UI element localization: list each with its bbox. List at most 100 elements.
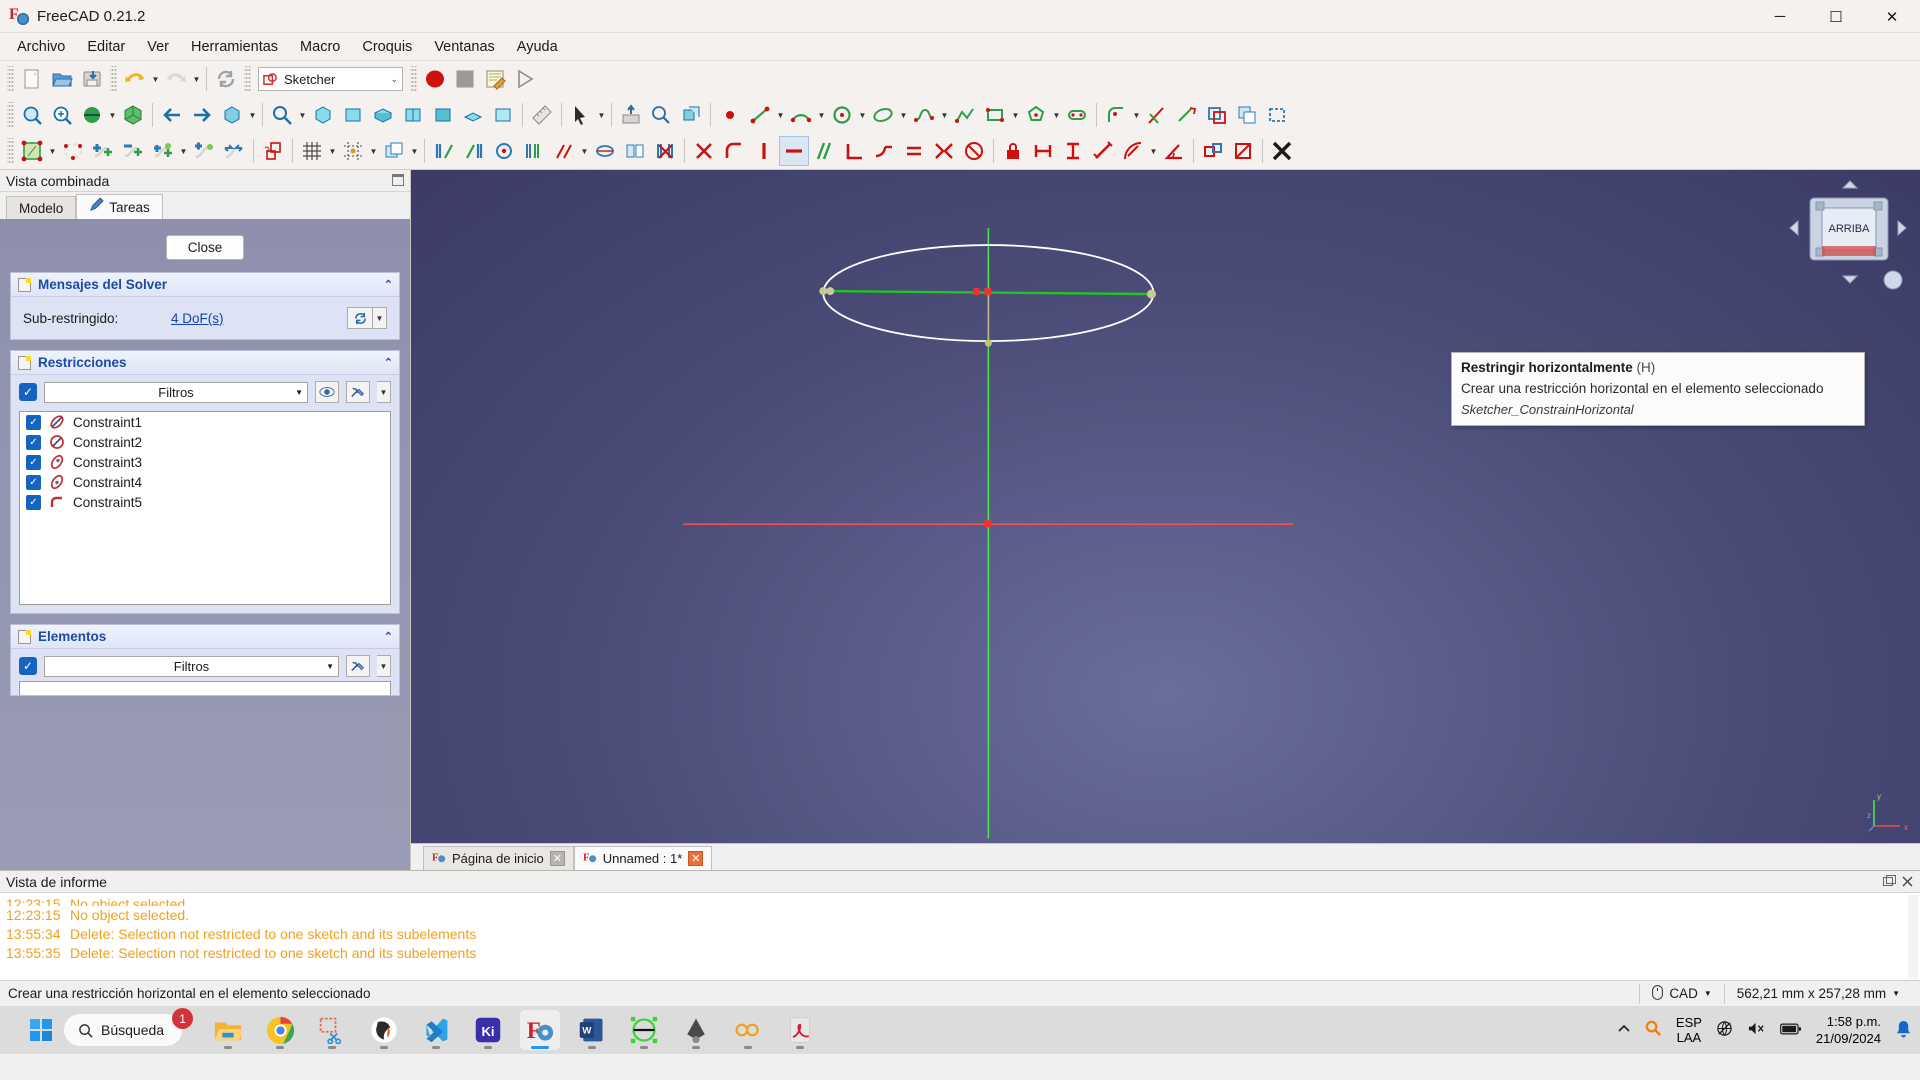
constraint-checkbox[interactable]: ✓ — [26, 454, 41, 470]
select-constraints-icon[interactable] — [459, 136, 489, 166]
volume-muted-icon[interactable] — [1747, 1020, 1766, 1040]
view-right-icon[interactable] — [398, 100, 428, 130]
select-redundant-icon[interactable] — [519, 136, 549, 166]
render-order-dropdown-arrow[interactable]: ▼ — [409, 136, 420, 166]
taskbar-app-inkscape[interactable] — [676, 1010, 716, 1050]
view-top-icon[interactable] — [368, 100, 398, 130]
sketch-validate-icon[interactable] — [148, 136, 178, 166]
solver-messages-header[interactable]: Mensajes del Solver ⌃ — [11, 273, 399, 297]
sketch-mirror-icon[interactable] — [219, 136, 249, 166]
sketch-circle-icon[interactable] — [827, 100, 857, 130]
menu-item-croquis[interactable]: Croquis — [351, 35, 423, 59]
view-rear-icon[interactable] — [428, 100, 458, 130]
constrain-perpendicular-icon[interactable] — [839, 136, 869, 166]
toolbar-grip[interactable] — [410, 66, 417, 92]
snap-toggle-icon[interactable] — [338, 136, 368, 166]
elements-filter-combo[interactable]: Filtros ▼ — [44, 655, 339, 677]
sketch-attach-icon[interactable] — [88, 136, 118, 166]
constrain-parallel-icon[interactable] — [809, 136, 839, 166]
zoom-icon[interactable] — [267, 100, 297, 130]
menu-item-ventanas[interactable]: Ventanas — [423, 35, 505, 59]
toggle-driving-constraint-icon[interactable] — [1198, 136, 1228, 166]
sketch-detach-icon[interactable] — [118, 136, 148, 166]
toolbar-grip[interactable] — [110, 66, 117, 92]
symmetry-icon[interactable] — [620, 136, 650, 166]
taskbar-app-adobe-reader[interactable] — [780, 1010, 820, 1050]
constraints-filter-combo[interactable]: Filtros ▼ — [44, 381, 308, 403]
close-window-button[interactable]: ✕ — [1864, 0, 1920, 33]
undock-icon[interactable] — [392, 174, 404, 186]
sketch-external-geometry-icon[interactable] — [1202, 100, 1232, 130]
clock[interactable]: 1:58 p.m. 21/09/2024 — [1816, 1013, 1881, 1047]
taskbar-app-snipping-tool[interactable] — [312, 1010, 352, 1050]
polygon-dropdown-arrow[interactable]: ▼ — [1051, 100, 1062, 130]
solver-refresh-button[interactable] — [347, 307, 373, 329]
radius-dropdown-arrow[interactable]: ▼ — [1148, 136, 1159, 166]
sketch-merge-icon[interactable] — [189, 136, 219, 166]
snap-dropdown-arrow[interactable]: ▼ — [368, 136, 379, 166]
constraint-checkbox[interactable]: ✓ — [26, 494, 41, 510]
network-icon[interactable] — [1716, 1020, 1733, 1040]
elements-settings-button[interactable] — [346, 655, 370, 677]
constrain-horizontal-icon[interactable] — [779, 136, 809, 166]
battery-icon[interactable] — [1779, 1022, 1802, 1039]
collapse-chevron-icon[interactable]: ⌃ — [384, 630, 393, 643]
fit-selection-icon[interactable] — [47, 100, 77, 130]
document-tab-home[interactable]: F Página de inicio ✕ — [423, 846, 574, 870]
dimensions-cell[interactable]: 562,21 mm x 257,28 mm ▼ — [1723, 983, 1912, 1004]
menu-item-herramientas[interactable]: Herramientas — [180, 35, 289, 59]
minimize-button[interactable]: ─ — [1752, 0, 1808, 33]
macro-stop-icon[interactable] — [450, 64, 480, 94]
elements-filter-checkbox[interactable]: ✓ — [19, 657, 37, 675]
taskbar-app-fusion360[interactable] — [624, 1010, 664, 1050]
elements-header[interactable]: Elementos ⌃ — [11, 625, 399, 649]
menu-item-editar[interactable]: Editar — [76, 35, 136, 59]
collapse-chevron-icon[interactable]: ⌃ — [384, 356, 393, 369]
tray-search-highlight-icon[interactable] — [1645, 1020, 1662, 1040]
taskbar-app-kicad[interactable]: Ki — [468, 1010, 508, 1050]
whats-this-icon[interactable] — [646, 100, 676, 130]
draw-style-dropdown-arrow[interactable]: ▼ — [107, 100, 118, 130]
macro-edit-icon[interactable] — [480, 64, 510, 94]
grid-toggle-icon[interactable] — [297, 136, 327, 166]
report-view-lines[interactable]: 12:23:15 No object selected. 12:23:15 No o… — [0, 893, 1920, 981]
constrain-angle-icon[interactable] — [1159, 136, 1189, 166]
taskbar-app-openscad[interactable] — [728, 1010, 768, 1050]
constrain-radius-icon[interactable] — [1118, 136, 1148, 166]
draw-style-icon[interactable] — [77, 100, 107, 130]
toolbar-grip[interactable] — [244, 66, 251, 92]
constrain-vertical-distance-icon[interactable] — [1058, 136, 1088, 166]
windows-start-icon[interactable] — [30, 1019, 52, 1041]
language-indicator[interactable]: ESP LAA — [1676, 1015, 1702, 1045]
constrain-lock-icon[interactable] — [998, 136, 1028, 166]
sketch-toggle-construction-icon[interactable] — [1262, 100, 1292, 130]
constrain-distance-icon[interactable] — [1088, 136, 1118, 166]
elements-settings-dropdown-arrow[interactable]: ▼ — [377, 655, 391, 677]
line-dropdown-arrow[interactable]: ▼ — [775, 100, 786, 130]
list-item[interactable]: ✓ Constraint3 — [20, 452, 390, 472]
clip-plane-icon[interactable] — [676, 100, 706, 130]
constrain-block-icon[interactable] — [959, 136, 989, 166]
solver-dof-link[interactable]: 4 DoF(s) — [171, 311, 224, 326]
workbench-selector[interactable]: Sketcher ⌄ — [258, 67, 403, 91]
taskbar-app-microsoft-word[interactable]: W — [572, 1010, 612, 1050]
activate-deactivate-constraint-icon[interactable] — [1228, 136, 1258, 166]
constraints-header[interactable]: Restricciones ⌃ — [11, 351, 399, 375]
notifications-icon[interactable] — [1895, 1020, 1912, 1041]
zoom-dropdown-arrow[interactable]: ▼ — [297, 100, 308, 130]
refresh-icon[interactable] — [211, 64, 241, 94]
new-document-icon[interactable] — [17, 64, 47, 94]
sketch-arc-icon[interactable] — [786, 100, 816, 130]
delete-constraint-icon[interactable] — [1267, 136, 1297, 166]
fit-all-icon[interactable] — [17, 100, 47, 130]
constrain-coincident-icon[interactable] — [689, 136, 719, 166]
export-icon[interactable] — [616, 100, 646, 130]
view-bottom-icon[interactable] — [458, 100, 488, 130]
report-close-icon[interactable] — [1901, 875, 1914, 888]
sketch-carbon-copy-icon[interactable] — [1232, 100, 1262, 130]
render-order-icon[interactable] — [379, 136, 409, 166]
constraints-settings-button[interactable] — [346, 381, 370, 403]
sketch-extend-icon[interactable] — [1172, 100, 1202, 130]
sketch-reorient-icon[interactable] — [58, 136, 88, 166]
view-front-icon[interactable] — [338, 100, 368, 130]
